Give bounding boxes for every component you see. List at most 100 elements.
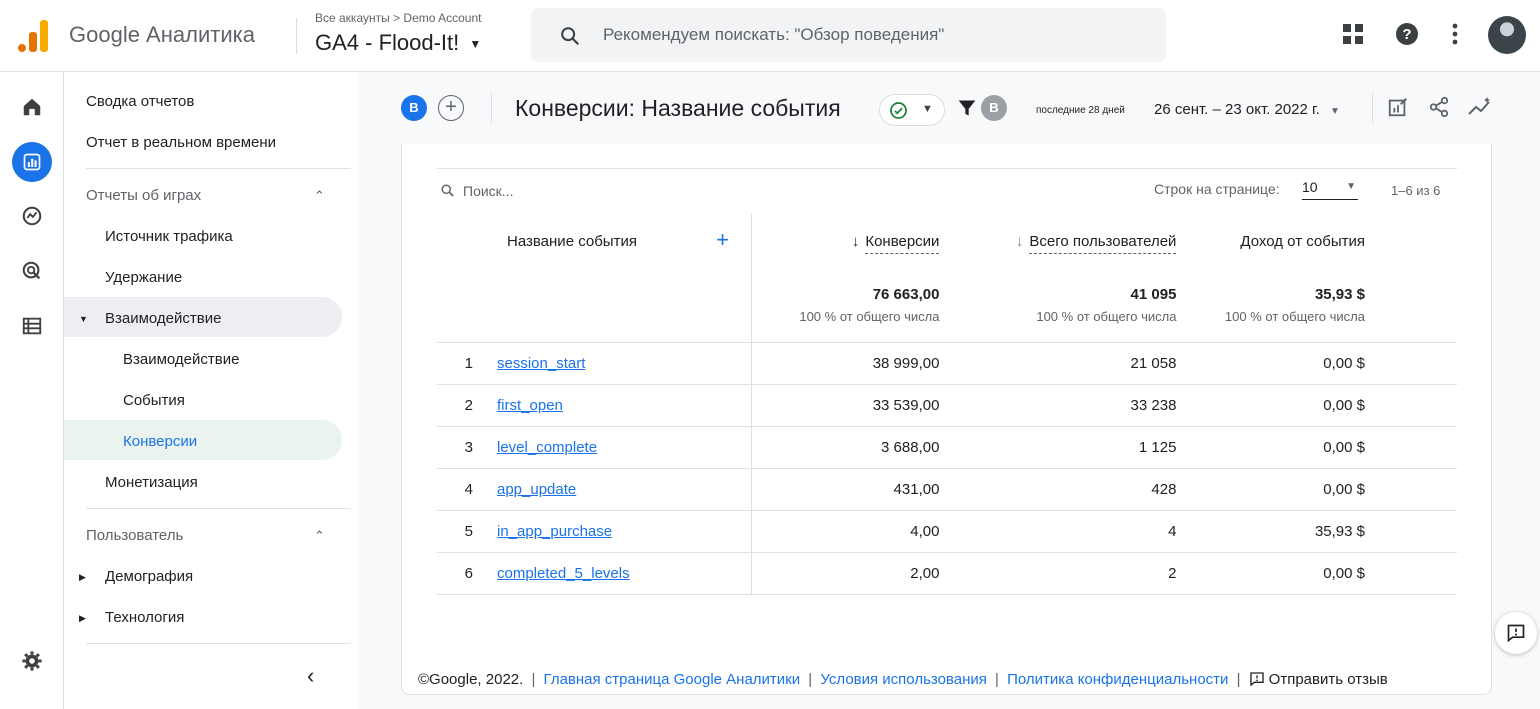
insights-icon[interactable] bbox=[1467, 96, 1493, 118]
rows-per-page-label: Строк на странице: bbox=[1154, 181, 1280, 197]
footer-home-link[interactable]: Главная страница Google Аналитики bbox=[544, 671, 801, 688]
footer-feedback-button[interactable]: Отправить отзыв bbox=[1249, 671, 1388, 688]
nav-item-technology[interactable]: Технология bbox=[105, 609, 184, 626]
account-breadcrumb[interactable]: Все аккаунты > Demo Account bbox=[315, 11, 481, 25]
report-main: B + Конверсии: Название события ▼ B посл… bbox=[359, 72, 1540, 709]
sort-arrow-down-icon: ↓ bbox=[1015, 232, 1024, 250]
help-icon[interactable]: ? bbox=[1395, 22, 1419, 46]
conversions-table: Название события + ↓ Конверсии ↓ Всего пол… bbox=[437, 213, 1457, 595]
report-title: Конверсии: Название события bbox=[515, 95, 841, 121]
property-name: GA4 - Flood-It! bbox=[315, 30, 460, 55]
table-row: 1 session_start 38 999,00 21 058 0,00 $ bbox=[437, 342, 1457, 385]
totals-row: 76 663,00 100 % от общего числа 41 095 1… bbox=[437, 269, 1457, 343]
property-picker[interactable]: GA4 - Flood-It! ▼ bbox=[315, 30, 481, 56]
comparison-badge[interactable]: B bbox=[401, 95, 427, 121]
filter-badge[interactable]: B bbox=[981, 95, 1007, 121]
explore-icon[interactable] bbox=[21, 205, 43, 227]
pagination-info: 1–6 из 6 bbox=[1391, 183, 1441, 198]
nav-item-retention[interactable]: Удержание bbox=[105, 269, 182, 286]
configure-icon[interactable] bbox=[21, 315, 43, 337]
rows-per-page-value: 10 bbox=[1302, 179, 1318, 195]
customize-report-icon[interactable] bbox=[1387, 96, 1409, 118]
toolbar-divider bbox=[491, 93, 492, 123]
card-divider bbox=[437, 168, 1457, 169]
settings-gear-icon[interactable] bbox=[21, 650, 43, 672]
report-status-dropdown[interactable]: ▼ bbox=[879, 94, 945, 126]
more-vert-icon[interactable] bbox=[1448, 22, 1462, 46]
nav-divider bbox=[86, 643, 351, 644]
caret-down-icon: ▼ bbox=[922, 103, 933, 115]
total-revenue-pct: 100 % от общего числа bbox=[1224, 309, 1365, 325]
account-avatar[interactable] bbox=[1488, 16, 1526, 54]
table-search[interactable]: Поиск... bbox=[440, 183, 513, 199]
total-users-pct: 100 % от общего числа bbox=[1036, 309, 1177, 325]
nav-item-traffic[interactable]: Источник трафика bbox=[105, 228, 233, 245]
col-header-conversions[interactable]: ↓ Конверсии bbox=[750, 213, 952, 269]
nav-selected-highlight bbox=[64, 420, 342, 460]
feedback-icon bbox=[1250, 672, 1264, 687]
nav-section-user[interactable]: Пользователь bbox=[86, 527, 183, 544]
filter-icon[interactable] bbox=[957, 98, 977, 118]
caret-down-icon: ▼ bbox=[469, 37, 482, 52]
check-circle-icon bbox=[890, 102, 907, 119]
nav-item-monetization[interactable]: Монетизация bbox=[105, 474, 198, 491]
date-range-text: 26 сент. – 23 окт. 2022 г. bbox=[1154, 101, 1320, 118]
event-link[interactable]: app_update bbox=[497, 481, 576, 498]
header-divider bbox=[296, 18, 297, 54]
chevron-up-icon[interactable]: ⌃ bbox=[314, 528, 325, 544]
advertising-icon[interactable] bbox=[21, 260, 43, 282]
nav-item-events[interactable]: События bbox=[123, 392, 185, 409]
caret-right-icon[interactable]: ▶ bbox=[79, 572, 86, 583]
date-range-picker[interactable]: 26 сент. – 23 окт. 2022 г. ▼ bbox=[1154, 101, 1340, 118]
add-dimension-plus-icon[interactable]: + bbox=[716, 227, 729, 253]
share-icon[interactable] bbox=[1428, 96, 1450, 118]
nav-item-summary[interactable]: Сводка отчетов bbox=[86, 93, 194, 110]
date-preset-label: последние 28 дней bbox=[1036, 105, 1125, 116]
left-rail bbox=[0, 72, 64, 709]
chevron-up-icon[interactable]: ⌃ bbox=[314, 188, 325, 204]
feedback-fab[interactable] bbox=[1495, 612, 1537, 654]
reports-icon bbox=[23, 153, 41, 171]
caret-down-icon[interactable]: ▼ bbox=[79, 314, 88, 324]
page-footer: ©Google, 2022. | Главная страница Google… bbox=[418, 671, 1388, 688]
apps-grid-icon[interactable] bbox=[1341, 22, 1365, 46]
brand-name: Google Аналитика bbox=[69, 22, 255, 47]
footer-terms-link[interactable]: Условия использования bbox=[820, 671, 987, 688]
report-toolbar: B + Конверсии: Название события ▼ B посл… bbox=[359, 72, 1540, 144]
table-header-row: Название события + ↓ Конверсии ↓ Всего пол… bbox=[437, 213, 1457, 269]
home-icon[interactable] bbox=[21, 96, 43, 118]
nav-item-demographics[interactable]: Демография bbox=[105, 568, 193, 585]
nav-item-engagement-overview[interactable]: Взаимодействие bbox=[123, 351, 239, 368]
event-link[interactable]: first_open bbox=[497, 397, 563, 414]
nav-section-games[interactable]: Отчеты об играх bbox=[86, 187, 201, 204]
table-row: 4 app_update 431,00 428 0,00 $ bbox=[437, 468, 1457, 511]
add-comparison-button[interactable]: + bbox=[438, 95, 464, 121]
caret-down-icon: ▼ bbox=[1346, 181, 1356, 192]
search-bar[interactable]: Рекомендуем поискать: "Обзор поведения" bbox=[531, 8, 1166, 62]
nav-item-realtime[interactable]: Отчет в реальном времени bbox=[86, 134, 276, 151]
nav-item-engagement[interactable]: Взаимодействие bbox=[105, 310, 221, 327]
toolbar-divider bbox=[1372, 93, 1373, 123]
total-conversions: 76 663,00 bbox=[872, 286, 940, 304]
analytics-logo[interactable] bbox=[16, 18, 50, 52]
rows-per-page-select[interactable]: 10 ▼ bbox=[1302, 179, 1358, 200]
col-header-event-revenue[interactable]: Доход от события bbox=[1188, 213, 1457, 269]
col-header-total-users[interactable]: ↓ Всего пользователей bbox=[951, 213, 1188, 269]
event-link[interactable]: in_app_purchase bbox=[497, 523, 612, 540]
collapse-nav-chevron-left-icon[interactable]: ‹ bbox=[307, 663, 314, 689]
reports-nav-panel: Сводка отчетов Отчет в реальном времени … bbox=[64, 72, 359, 709]
table-row: 5 in_app_purchase 4,00 4 35,93 $ bbox=[437, 510, 1457, 553]
table-row: 3 level_complete 3 688,00 1 125 0,00 $ bbox=[437, 426, 1457, 469]
event-link[interactable]: session_start bbox=[497, 355, 585, 372]
search-icon bbox=[441, 184, 454, 197]
footer-privacy-link[interactable]: Политика конфиденциальности bbox=[1007, 671, 1228, 688]
col-header-event-name[interactable]: Название события + bbox=[437, 213, 751, 269]
table-row: 2 first_open 33 539,00 33 238 0,00 $ bbox=[437, 384, 1457, 427]
event-link[interactable]: completed_5_levels bbox=[497, 565, 630, 582]
caret-right-icon[interactable]: ▶ bbox=[79, 613, 86, 624]
nav-item-conversions[interactable]: Конверсии bbox=[123, 433, 197, 450]
report-table-card: Поиск... Строк на странице: 10 ▼ 1–6 из … bbox=[401, 144, 1492, 695]
caret-down-icon: ▼ bbox=[1330, 106, 1340, 117]
event-link[interactable]: level_complete bbox=[497, 439, 597, 456]
reports-nav-active[interactable] bbox=[12, 142, 52, 182]
